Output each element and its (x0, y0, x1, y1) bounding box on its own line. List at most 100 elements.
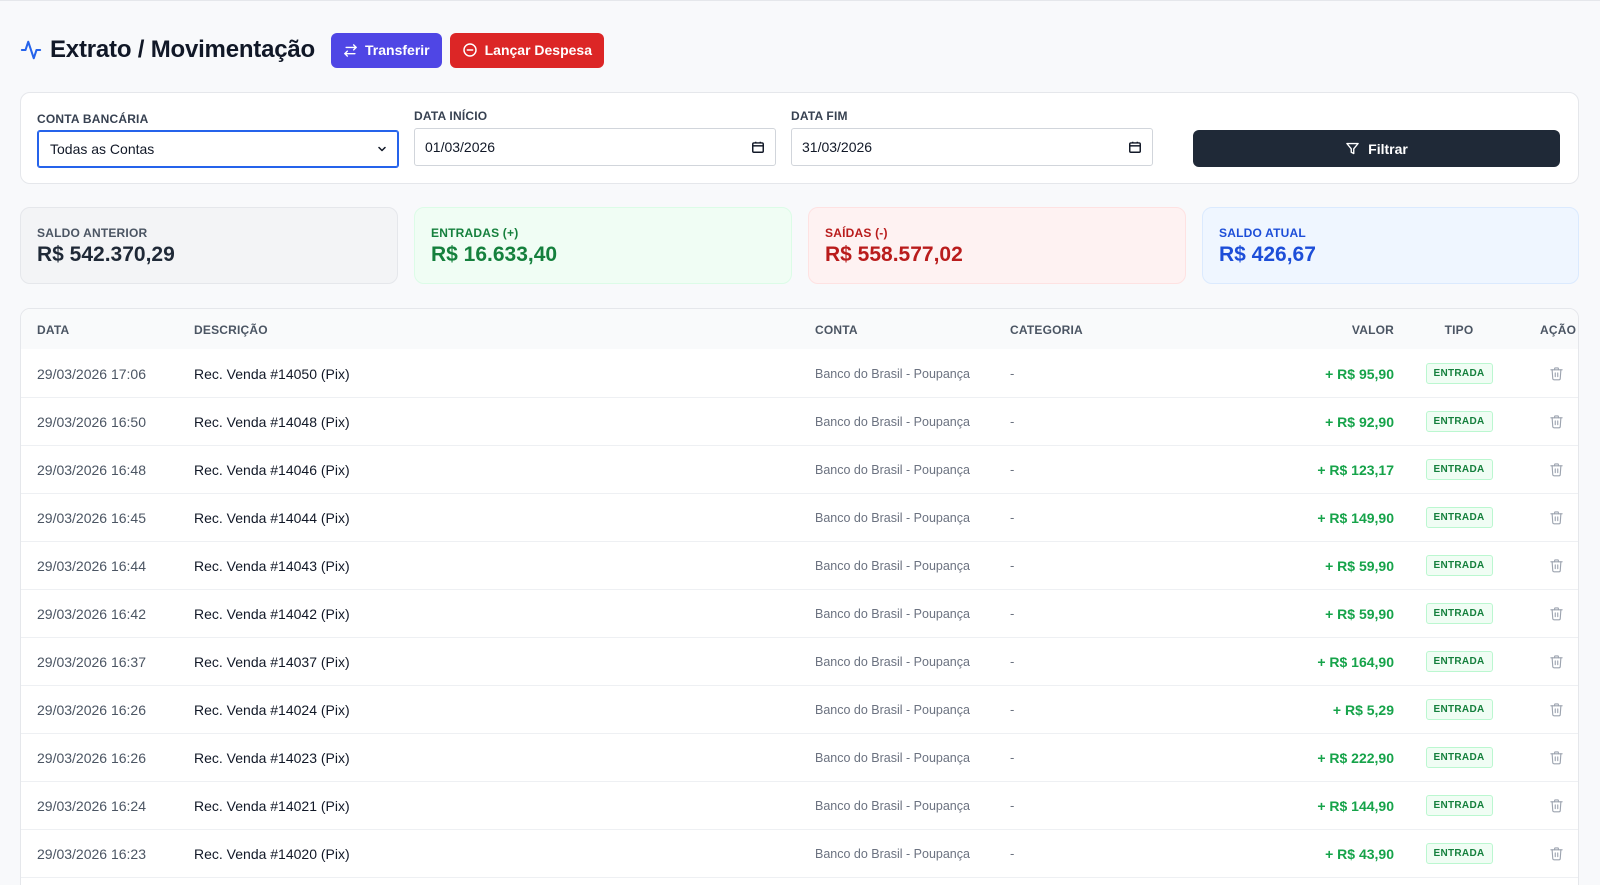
row-type: ENTRADA (1425, 397, 1493, 446)
outgoing-card: SAÍDAS (-) R$ 558.577,02 (808, 207, 1186, 284)
page-header: Extrato / Movimentação Transferir Lançar… (20, 32, 605, 68)
row-type: ENTRADA (1425, 781, 1493, 830)
funnel-icon (1346, 142, 1359, 155)
table-row: 29/03/2026 16:48 Rec. Venda #14046 (Pix)… (21, 445, 1578, 494)
row-date: 29/03/2026 16:45 (37, 509, 146, 526)
start-date-input[interactable]: 01/03/2026 (414, 128, 776, 166)
type-badge: ENTRADA (1425, 747, 1493, 768)
row-type: ENTRADA (1425, 685, 1493, 734)
row-value: + R$ 144,90 (1317, 797, 1394, 814)
row-description: Rec. Venda #14021 (Pix) (194, 797, 350, 814)
row-description: Rec. Venda #14044 (Pix) (194, 509, 350, 526)
top-divider (0, 0, 1600, 1)
table-row: 29/03/2026 16:26 Rec. Venda #14023 (Pix)… (21, 733, 1578, 782)
row-value: + R$ 222,90 (1317, 749, 1394, 766)
row-description: Rec. Venda #14043 (Pix) (194, 557, 350, 574)
current-balance-card: SALDO ATUAL R$ 426,67 (1202, 207, 1579, 284)
filter-button[interactable]: Filtrar (1193, 130, 1560, 167)
current-balance-label: SALDO ATUAL (1219, 226, 1306, 240)
row-category: - (1010, 846, 1015, 861)
current-balance-value: R$ 426,67 (1219, 243, 1316, 266)
income-label: ENTRADAS (+) (431, 226, 519, 240)
row-category: - (1010, 702, 1015, 717)
col-type: TIPO (1444, 323, 1474, 337)
trash-icon (1549, 607, 1563, 621)
type-badge: ENTRADA (1425, 363, 1493, 384)
previous-balance-card: SALDO ANTERIOR R$ 542.370,29 (20, 207, 398, 284)
row-type: ENTRADA (1425, 589, 1493, 638)
row-date: 29/03/2026 16:48 (37, 461, 146, 478)
col-category: CATEGORIA (1010, 323, 1083, 337)
row-account: Banco do Brasil - Poupança (815, 798, 970, 813)
row-value: + R$ 59,90 (1325, 605, 1394, 622)
delete-button[interactable] (1546, 685, 1566, 734)
row-date: 29/03/2026 16:42 (37, 605, 146, 622)
delete-button[interactable] (1546, 541, 1566, 590)
launch-expense-button[interactable]: Lançar Despesa (449, 32, 605, 68)
arrows-swap-icon (344, 43, 357, 57)
row-category: - (1010, 510, 1015, 525)
filter-button-label: Filtrar (1368, 140, 1408, 157)
row-category: - (1010, 654, 1015, 669)
row-description: Rec. Venda #14042 (Pix) (194, 605, 350, 622)
table-header: DATA DESCRIÇÃO CONTA CATEGORIA VALOR TIP… (21, 309, 1578, 349)
row-category: - (1010, 558, 1015, 573)
minus-circle-icon (462, 43, 477, 57)
trash-icon (1549, 463, 1563, 477)
transfer-button[interactable]: Transferir (331, 32, 442, 68)
delete-button[interactable] (1546, 349, 1566, 398)
row-date: 29/03/2026 16:37 (37, 653, 146, 670)
table-row: 29/03/2026 16:44 Rec. Venda #14043 (Pix)… (21, 541, 1578, 590)
table-row: 29/03/2026 16:42 Rec. Venda #14042 (Pix)… (21, 589, 1578, 638)
previous-balance-value: R$ 542.370,29 (37, 243, 175, 266)
trash-icon (1549, 367, 1563, 381)
row-date: 29/03/2026 16:26 (37, 749, 146, 766)
col-description: DESCRIÇÃO (194, 323, 268, 337)
end-date-label: DATA FIM (791, 109, 848, 123)
trash-icon (1549, 751, 1563, 765)
chevron-down-icon (378, 146, 386, 152)
delete-button[interactable] (1546, 493, 1566, 542)
row-account: Banco do Brasil - Poupança (815, 558, 970, 573)
delete-button[interactable] (1546, 589, 1566, 638)
table-row: 29/03/2026 16:26 Rec. Venda #14024 (Pix)… (21, 685, 1578, 734)
row-date: 29/03/2026 16:24 (37, 797, 146, 814)
row-type: ENTRADA (1425, 349, 1493, 398)
row-description: Rec. Venda #14050 (Pix) (194, 365, 350, 382)
row-type: ENTRADA (1425, 733, 1493, 782)
row-category: - (1010, 462, 1015, 477)
trash-icon (1549, 655, 1563, 669)
trash-icon (1549, 703, 1563, 717)
col-account: CONTA (815, 323, 858, 337)
delete-button[interactable] (1546, 637, 1566, 686)
row-account: Banco do Brasil - Poupança (815, 462, 970, 477)
row-account: Banco do Brasil - Poupança (815, 414, 970, 429)
type-badge: ENTRADA (1425, 651, 1493, 672)
calendar-icon[interactable] (751, 140, 765, 154)
col-action: AÇÃO (1540, 323, 1577, 337)
end-date-input[interactable]: 31/03/2026 (791, 128, 1153, 166)
type-badge: ENTRADA (1425, 795, 1493, 816)
type-badge: ENTRADA (1425, 603, 1493, 624)
delete-button[interactable] (1546, 397, 1566, 446)
activity-icon (20, 39, 42, 61)
row-value: + R$ 95,90 (1325, 365, 1394, 382)
type-badge: ENTRADA (1425, 555, 1493, 576)
type-badge: ENTRADA (1425, 699, 1493, 720)
row-account: Banco do Brasil - Poupança (815, 846, 970, 861)
row-category: - (1010, 606, 1015, 621)
table-row: 29/03/2026 16:23 Rec. Venda #14020 (Pix)… (21, 829, 1578, 878)
row-value: + R$ 5,29 (1332, 701, 1394, 718)
row-description: Rec. Venda #14048 (Pix) (194, 413, 350, 430)
account-filter-label: CONTA BANCÁRIA (37, 112, 149, 126)
table-row: 29/03/2026 16:45 Rec. Venda #14044 (Pix)… (21, 493, 1578, 542)
row-account: Banco do Brasil - Poupança (815, 510, 970, 525)
delete-button[interactable] (1546, 733, 1566, 782)
delete-button[interactable] (1546, 445, 1566, 494)
delete-button[interactable] (1546, 781, 1566, 830)
account-select[interactable]: Todas as Contas (37, 130, 399, 168)
calendar-icon[interactable] (1128, 140, 1142, 154)
delete-button[interactable] (1546, 829, 1566, 878)
row-value: + R$ 59,90 (1325, 557, 1394, 574)
row-type: ENTRADA (1425, 493, 1493, 542)
